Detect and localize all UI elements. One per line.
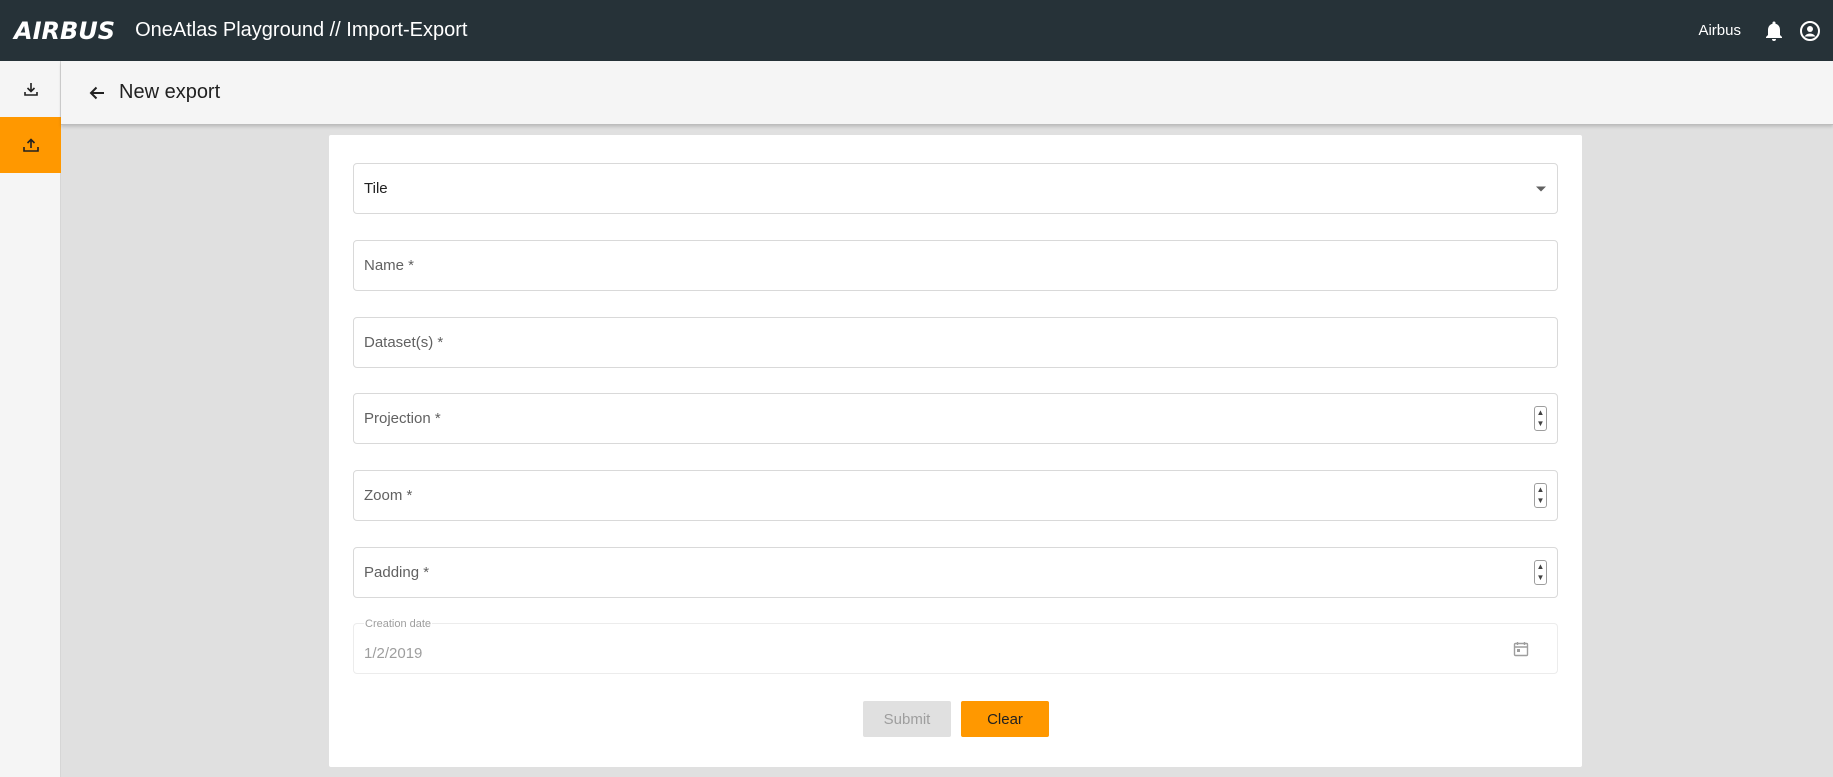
padding-field[interactable]: Padding * ▲ ▼ [353,547,1558,598]
page-header: New export [61,61,1833,125]
creation-date-value: 1/2/2019 [364,645,423,662]
zoom-field-label: Zoom * [364,487,413,504]
name-field-label: Name * [364,257,415,274]
back-button[interactable] [85,81,109,105]
top-right-actions: Airbus [1698,20,1821,42]
zoom-stepper[interactable]: ▲ ▼ [1534,483,1547,508]
zoom-field[interactable]: Zoom * ▲ ▼ [353,470,1558,521]
caret-down-icon [1536,186,1546,191]
calendar-icon [1513,641,1529,656]
user-name[interactable]: Airbus [1698,22,1741,39]
chevron-down-icon[interactable]: ▼ [1537,420,1545,428]
chevron-up-icon[interactable]: ▲ [1537,408,1545,417]
projection-field[interactable]: Projection * ▲ ▼ [353,393,1558,444]
datasets-field-label: Dataset(s) * [364,334,444,351]
sidebar [0,61,61,777]
download-icon [23,83,38,96]
chevron-up-icon[interactable]: ▲ [1537,562,1545,571]
padding-stepper[interactable]: ▲ ▼ [1534,560,1547,585]
padding-field-label: Padding * [364,564,430,581]
export-type-value: Tile [364,180,388,197]
bell-icon[interactable] [1763,20,1785,42]
datasets-field[interactable]: Dataset(s) * [353,317,1558,368]
creation-date-label: Creation date [364,618,433,630]
chevron-up-icon[interactable]: ▲ [1537,485,1545,494]
creation-date-field: Creation date 1/2/2019 [353,618,1558,674]
upload-icon [22,138,39,152]
page-title: New export [119,81,221,103]
app-title: OneAtlas Playground // Import-Export [135,19,468,41]
name-field[interactable]: Name * [353,240,1558,291]
sidebar-item-export[interactable] [0,117,61,173]
arrow-left-icon [89,86,104,99]
export-type-select[interactable]: Tile [353,163,1558,214]
clear-button[interactable]: Clear [961,701,1049,737]
projection-stepper[interactable]: ▲ ▼ [1534,406,1547,431]
account-circle-icon[interactable] [1799,20,1821,42]
airbus-logo[interactable]: AIRBUS [14,17,115,45]
submit-button[interactable]: Submit [863,701,951,737]
export-form-card: Tile Name * Dataset(s) * Projection * ▲ ▼… [329,135,1582,767]
top-app-bar: AIRBUS OneAtlas Playground // Import-Exp… [0,0,1833,61]
chevron-down-icon[interactable]: ▼ [1537,574,1545,582]
projection-field-label: Projection * [364,410,441,427]
sidebar-item-import[interactable] [0,61,61,117]
chevron-down-icon[interactable]: ▼ [1537,497,1545,505]
